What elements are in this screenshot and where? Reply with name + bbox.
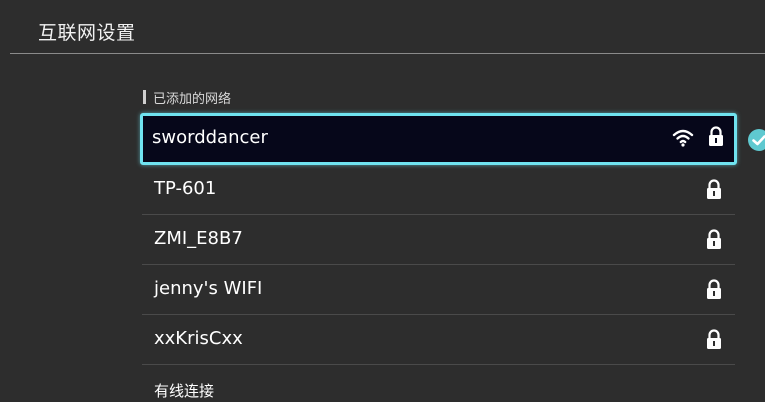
header: 互联网设置	[0, 0, 765, 54]
network-name: xxKrisCxx	[154, 328, 243, 349]
wired-connection-item[interactable]: 有线连接	[154, 380, 214, 401]
network-name: TP-601	[154, 178, 217, 199]
network-name: jenny's WIFI	[154, 278, 263, 299]
wifi-icon	[672, 129, 694, 147]
lock-icon	[707, 279, 721, 299]
section-label: 已添加的网络	[153, 91, 232, 107]
lock-icon	[707, 329, 721, 349]
lock-icon	[709, 126, 723, 146]
connected-check-icon	[748, 129, 765, 151]
network-row-tp601[interactable]: TP-601	[142, 165, 735, 215]
lock-icon	[707, 229, 721, 249]
section-header: 已添加的网络	[143, 89, 232, 107]
page-title: 互联网设置	[38, 22, 136, 44]
network-row-sworddancer[interactable]: sworddancer	[140, 113, 737, 165]
lock-icon	[707, 179, 721, 199]
network-list: sworddancer TP-601 ZMI_E8B7 jenny's WIFI…	[140, 113, 737, 365]
network-name: ZMI_E8B7	[154, 228, 243, 249]
section-bar	[143, 90, 146, 104]
header-divider	[10, 53, 765, 54]
network-row-jenny[interactable]: jenny's WIFI	[142, 265, 735, 315]
network-row-zmi[interactable]: ZMI_E8B7	[142, 215, 735, 265]
network-name: sworddancer	[152, 127, 268, 148]
network-row-xxkriscxx[interactable]: xxKrisCxx	[142, 315, 735, 365]
